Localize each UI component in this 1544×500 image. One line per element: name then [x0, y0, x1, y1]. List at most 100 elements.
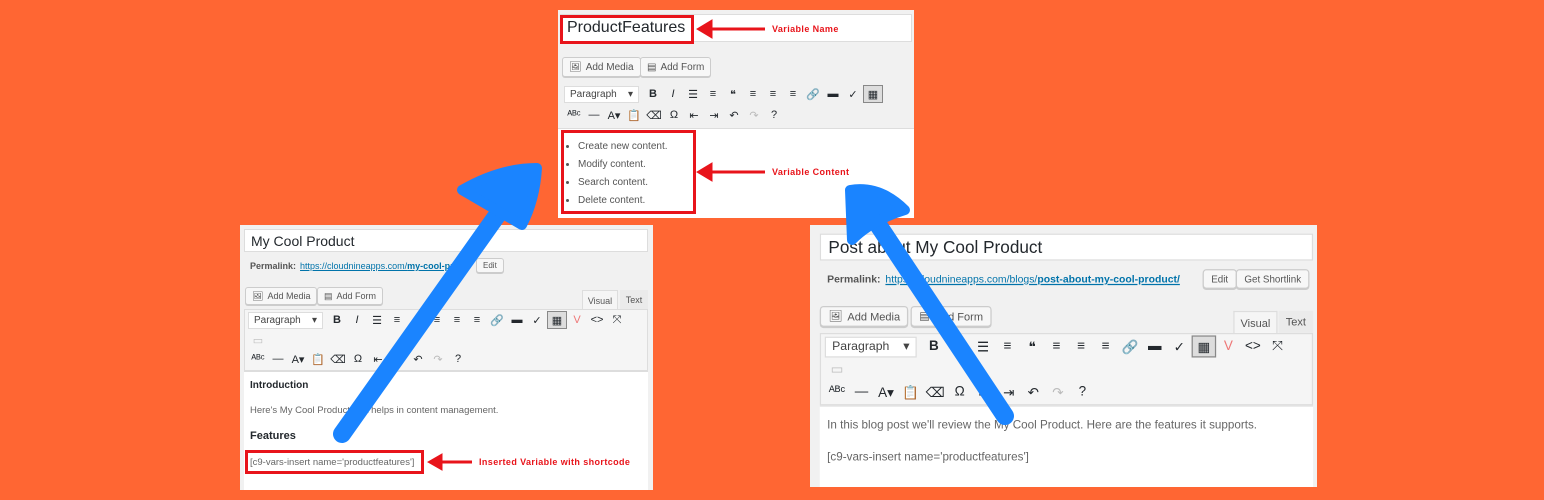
- toolbar-extra-icon[interactable]: ▭: [825, 358, 850, 380]
- bold-icon[interactable]: B: [922, 335, 947, 357]
- permalink-edit-button[interactable]: Edit: [476, 258, 504, 273]
- toolbar-extra-icon[interactable]: ▭: [248, 331, 268, 349]
- toolbar-toggle-icon[interactable]: ▦: [863, 85, 883, 103]
- bullet-list-icon[interactable]: ☰: [683, 85, 703, 103]
- clear-formatting-icon[interactable]: ⌫: [923, 381, 948, 403]
- post-title-input[interactable]: Post about My Cool Product: [819, 233, 1314, 261]
- read-more-icon[interactable]: ▬: [507, 311, 527, 329]
- italic-icon[interactable]: I: [663, 85, 683, 103]
- horizontal-line-icon[interactable]: —: [849, 381, 874, 403]
- outdent-icon[interactable]: ⇤: [684, 106, 704, 124]
- post-content-editor[interactable]: In this blog post we'll review the My Co…: [819, 405, 1314, 487]
- align-left-icon[interactable]: ≡: [743, 85, 763, 103]
- link-icon[interactable]: 🔗: [803, 85, 823, 103]
- bold-icon[interactable]: B: [643, 85, 663, 103]
- format-select-value: Paragraph: [570, 88, 617, 100]
- align-right-icon[interactable]: ≡: [467, 311, 487, 329]
- special-character-icon[interactable]: Ω: [664, 106, 684, 124]
- link-icon[interactable]: 🔗: [1118, 335, 1143, 357]
- undo-icon[interactable]: ↶: [1021, 381, 1046, 403]
- read-more-icon[interactable]: ▬: [823, 85, 843, 103]
- variables-plugin-icon[interactable]: V: [567, 311, 587, 329]
- tab-visual[interactable]: Visual: [1233, 310, 1278, 333]
- product-title-input[interactable]: My Cool Product: [244, 229, 648, 252]
- add-form-button[interactable]: ▤ Add Form: [317, 287, 384, 305]
- help-icon[interactable]: ?: [1070, 381, 1095, 403]
- spellcheck-icon[interactable]: ✓: [1167, 335, 1192, 357]
- spellcheck-icon[interactable]: ✓: [843, 85, 863, 103]
- indent-icon[interactable]: ⇥: [388, 350, 408, 368]
- italic-icon[interactable]: I: [347, 311, 367, 329]
- add-media-button[interactable]: 🖼 Add Media: [562, 57, 641, 77]
- code-icon[interactable]: <>: [587, 311, 607, 329]
- special-character-icon[interactable]: Ω: [947, 381, 972, 403]
- horizontal-line-icon[interactable]: —: [268, 350, 288, 368]
- tab-visual[interactable]: Visual: [582, 290, 618, 310]
- toolbar-toggle-icon[interactable]: ▦: [1191, 335, 1217, 358]
- bullet-list-icon[interactable]: ☰: [971, 335, 996, 357]
- link-icon[interactable]: 🔗: [487, 311, 507, 329]
- align-center-icon[interactable]: ≡: [447, 311, 467, 329]
- outdent-icon[interactable]: ⇤: [368, 350, 388, 368]
- undo-icon[interactable]: ↶: [724, 106, 744, 124]
- code-icon[interactable]: <>: [1241, 335, 1266, 357]
- format-select[interactable]: Paragraph ▾: [564, 85, 639, 103]
- numbered-list-icon[interactable]: ≡: [703, 85, 723, 103]
- help-icon[interactable]: ?: [448, 350, 468, 368]
- text-color-icon[interactable]: A▾: [604, 106, 624, 124]
- strikethrough-icon[interactable]: ᴬᴮᶜ: [248, 350, 268, 368]
- numbered-list-icon[interactable]: ≡: [387, 311, 407, 329]
- align-right-icon[interactable]: ≡: [1093, 335, 1118, 357]
- numbered-list-icon[interactable]: ≡: [995, 335, 1020, 357]
- get-shortlink-button[interactable]: Get Shortlink: [1235, 269, 1310, 289]
- align-right-icon[interactable]: ≡: [783, 85, 803, 103]
- tab-text[interactable]: Text: [1278, 310, 1314, 333]
- format-select[interactable]: Paragraph ▾: [824, 336, 917, 357]
- permalink-link[interactable]: https://cloudnineapps.com/blogs/post-abo…: [885, 273, 1179, 285]
- help-icon[interactable]: ?: [764, 106, 784, 124]
- blockquote-icon[interactable]: ❝: [723, 85, 743, 103]
- align-center-icon[interactable]: ≡: [763, 85, 783, 103]
- add-media-button[interactable]: 🖼 Add Media: [245, 287, 318, 305]
- undo-icon[interactable]: ↶: [408, 350, 428, 368]
- fullscreen-icon[interactable]: ⤧: [1265, 335, 1290, 357]
- blockquote-icon[interactable]: ❝: [407, 311, 427, 329]
- format-select[interactable]: Paragraph ▾: [248, 311, 323, 329]
- italic-icon[interactable]: I: [946, 335, 971, 357]
- add-media-button[interactable]: 🖼 Add Media: [819, 305, 909, 327]
- clear-formatting-icon[interactable]: ⌫: [644, 106, 664, 124]
- add-form-label: Add Form: [934, 310, 984, 323]
- indent-icon[interactable]: ⇥: [997, 381, 1022, 403]
- outdent-icon[interactable]: ⇤: [972, 381, 997, 403]
- indent-icon[interactable]: ⇥: [704, 106, 724, 124]
- blockquote-icon[interactable]: ❝: [1020, 335, 1045, 357]
- add-form-button[interactable]: ▤ Add Form: [640, 57, 712, 77]
- spellcheck-icon[interactable]: ✓: [527, 311, 547, 329]
- redo-icon[interactable]: ↷: [1046, 381, 1071, 403]
- paste-text-icon[interactable]: 📋: [898, 381, 923, 403]
- fullscreen-icon[interactable]: ⤧: [607, 311, 627, 329]
- redo-icon[interactable]: ↷: [428, 350, 448, 368]
- add-form-button[interactable]: ▤ Add Form: [910, 305, 992, 327]
- redo-icon[interactable]: ↷: [744, 106, 764, 124]
- toolbar-toggle-icon[interactable]: ▦: [547, 311, 567, 329]
- read-more-icon[interactable]: ▬: [1143, 335, 1168, 357]
- text-color-icon[interactable]: A▾: [288, 350, 308, 368]
- strikethrough-icon[interactable]: ᴬᴮᶜ: [825, 381, 850, 403]
- bold-icon[interactable]: B: [327, 311, 347, 329]
- special-character-icon[interactable]: Ω: [348, 350, 368, 368]
- variables-plugin-icon[interactable]: V: [1216, 335, 1241, 357]
- bullet-list-icon[interactable]: ☰: [367, 311, 387, 329]
- permalink-edit-button[interactable]: Edit: [1202, 269, 1237, 289]
- paste-text-icon[interactable]: 📋: [624, 106, 644, 124]
- strikethrough-icon[interactable]: ᴬᴮᶜ: [564, 106, 584, 124]
- tab-text[interactable]: Text: [620, 290, 648, 310]
- horizontal-line-icon[interactable]: —: [584, 106, 604, 124]
- align-center-icon[interactable]: ≡: [1069, 335, 1094, 357]
- text-color-icon[interactable]: A▾: [874, 381, 899, 403]
- clear-formatting-icon[interactable]: ⌫: [328, 350, 348, 368]
- align-left-icon[interactable]: ≡: [427, 311, 447, 329]
- align-left-icon[interactable]: ≡: [1044, 335, 1069, 357]
- paste-text-icon[interactable]: 📋: [308, 350, 328, 368]
- permalink-link[interactable]: https://cloudnineapps.com/my-cool-pro: [300, 261, 459, 271]
